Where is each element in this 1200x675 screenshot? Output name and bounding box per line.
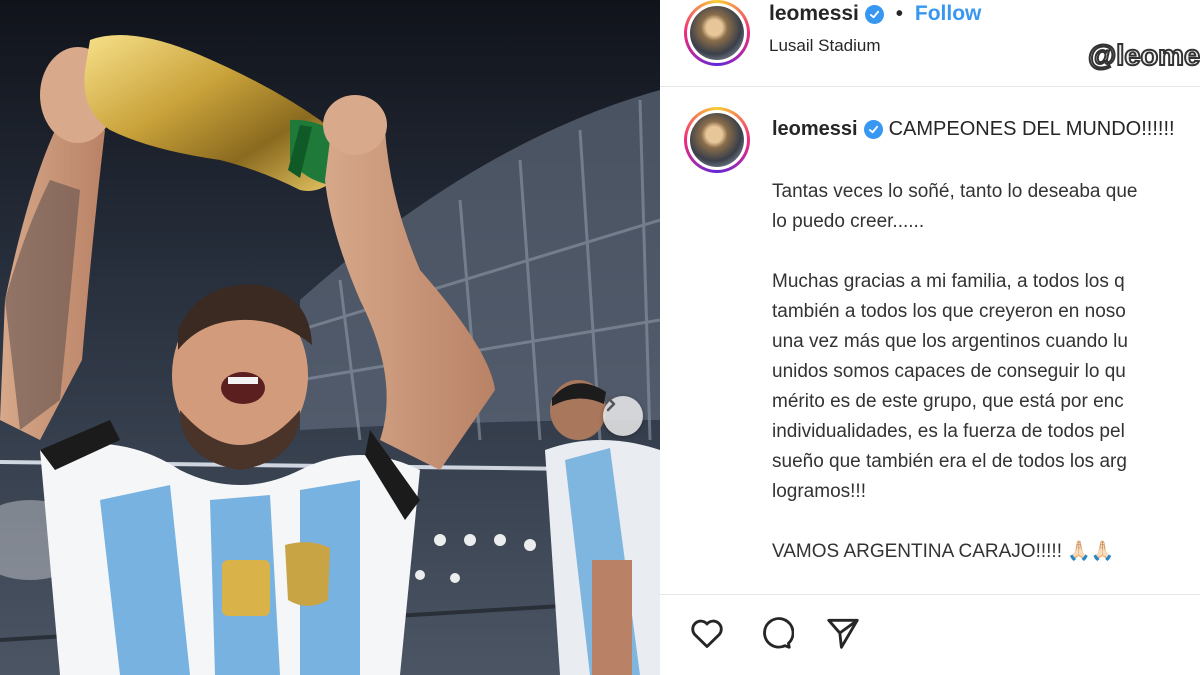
follow-button[interactable]: Follow (915, 2, 982, 26)
carousel-next-button[interactable] (603, 396, 643, 436)
photo-illustration (0, 0, 660, 675)
header-divider (660, 86, 1200, 87)
verified-badge-icon (863, 120, 883, 139)
caption-body: Tantas veces lo soñé, tanto lo deseaba q… (772, 181, 1138, 562)
author-avatar[interactable] (684, 0, 750, 66)
paper-plane-icon[interactable] (824, 614, 862, 652)
post-location[interactable]: Lusail Stadium (769, 36, 881, 56)
post-photo[interactable] (0, 0, 660, 675)
verified-badge-icon (864, 4, 884, 24)
post-details-pane: leomessi • Follow Lusail Stadium @leomes… (660, 0, 1200, 675)
post-header: leomessi • Follow (769, 2, 981, 26)
caption-username[interactable]: leomessi (772, 118, 858, 141)
actions-divider (660, 594, 1200, 595)
watermark-handle: @leomessi (1087, 39, 1200, 73)
caption-headline: CAMPEONES DEL MUNDO!!!!!! (888, 118, 1175, 140)
heart-icon[interactable] (688, 614, 726, 652)
comment-icon[interactable] (756, 614, 795, 652)
author-username[interactable]: leomessi (769, 2, 859, 26)
separator-dot: • (895, 2, 903, 25)
caption-author-avatar[interactable] (684, 107, 750, 173)
caption-header: leomessi CAMPEONES DEL MUNDO!!!!!! (772, 118, 1175, 141)
